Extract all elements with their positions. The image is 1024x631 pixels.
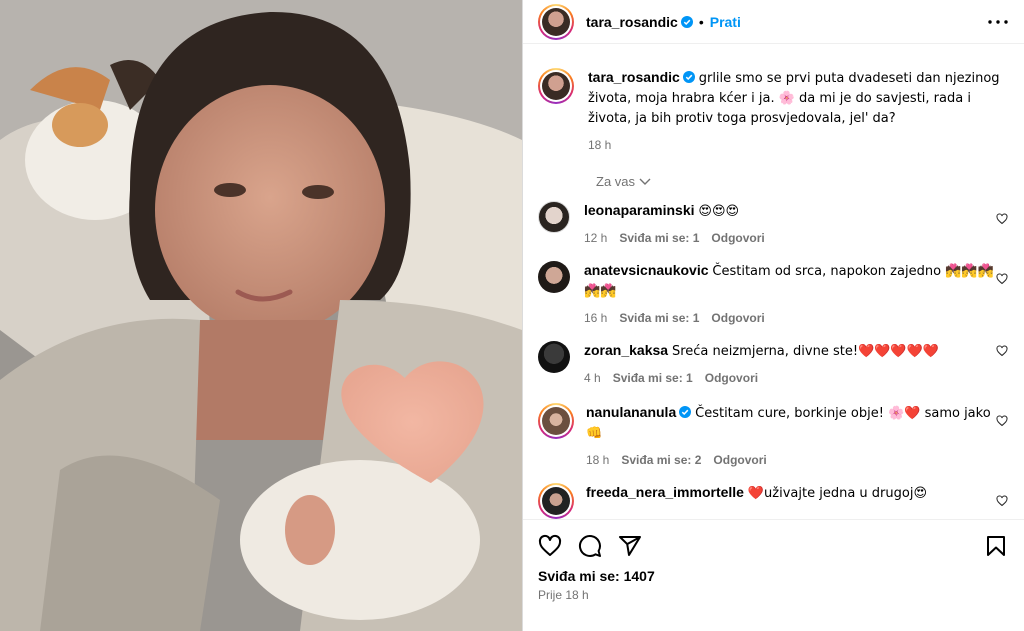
- comment-avatar-ring[interactable]: [538, 483, 574, 519]
- comment-username[interactable]: nanulananula: [586, 404, 676, 420]
- author-avatar-ring[interactable]: [538, 3, 574, 40]
- comment-row: anatevsicnaukovic Čestitam od srca, napo…: [538, 261, 1008, 327]
- post-panel: tara_rosandic • Prati tara_rosandic grli…: [522, 0, 1024, 631]
- comment-username[interactable]: zoran_kaksa: [584, 342, 668, 358]
- follow-button[interactable]: Prati: [710, 14, 741, 30]
- bookmark-icon[interactable]: [984, 534, 1008, 558]
- post-actions: Sviđa mi se: 1407 Prije 18 h: [523, 519, 1024, 631]
- heart-icon[interactable]: [996, 495, 1008, 507]
- reply-button[interactable]: Odgovori: [705, 369, 758, 387]
- comment-avatar: [542, 487, 570, 515]
- verified-icon: [680, 15, 693, 28]
- comment-time: 12 h: [584, 231, 608, 245]
- heart-icon[interactable]: [996, 345, 1008, 357]
- reply-button[interactable]: Odgovori: [711, 229, 764, 247]
- heart-icon[interactable]: [996, 415, 1008, 427]
- more-icon: [988, 19, 1008, 24]
- post-time: Prije 18 h: [538, 588, 589, 602]
- comment-row: nanulananula Čestitam cure, borkinje obj…: [538, 403, 1008, 469]
- author-username[interactable]: tara_rosandic: [586, 14, 678, 30]
- comment-likes[interactable]: Sviđa mi se: 1: [613, 369, 693, 387]
- caption-row: tara_rosandic grlile smo se prvi puta dv…: [538, 68, 1008, 154]
- comment-text: Sreća neizmjerna, divne ste!❤️❤️❤️❤️❤️: [671, 344, 939, 359]
- author-avatar: [542, 7, 570, 36]
- more-options-button[interactable]: [986, 10, 1010, 34]
- comment-avatar-ring[interactable]: [538, 403, 574, 439]
- like-heart-icon[interactable]: [538, 534, 562, 558]
- verified-icon: [679, 406, 692, 418]
- caption-avatar: [542, 72, 570, 100]
- comment-avatar[interactable]: [538, 261, 570, 293]
- comment-row: zoran_kaksa Sreća neizmjerna, divne ste!…: [538, 341, 1008, 387]
- post-image[interactable]: [0, 0, 522, 631]
- reply-button[interactable]: Odgovori: [711, 309, 764, 327]
- comment-row: leonaparaminski 😍😍😍 12 h Sviđa mi se: 1 …: [538, 201, 1008, 247]
- comment-avatar: [542, 407, 570, 435]
- comment-likes[interactable]: Sviđa mi se: 1: [619, 309, 699, 327]
- post-photo: [0, 0, 522, 631]
- comment-username[interactable]: freeda_nera_immortelle: [586, 484, 744, 500]
- comment-username[interactable]: anatevsicnaukovic: [584, 262, 709, 278]
- comment-icon[interactable]: [578, 534, 602, 558]
- caption-avatar-ring[interactable]: [538, 68, 574, 104]
- comments-list[interactable]: tara_rosandic grlile smo se prvi puta dv…: [523, 44, 1024, 519]
- comment-time: 16 h: [584, 311, 608, 325]
- comment-avatar[interactable]: [538, 201, 570, 233]
- heart-icon[interactable]: [996, 213, 1008, 225]
- for-you-label: Za vas: [596, 174, 636, 189]
- reply-button[interactable]: Odgovori: [713, 451, 766, 469]
- comment-row: freeda_nera_immortelle ❤️uživajte jedna …: [538, 483, 1008, 519]
- comment-time: 18 h: [586, 453, 610, 467]
- separator-dot: •: [698, 13, 704, 30]
- comment-likes[interactable]: Sviđa mi se: 2: [621, 451, 701, 469]
- comment-avatar[interactable]: [538, 341, 570, 373]
- comment-likes[interactable]: Sviđa mi se: 1: [619, 229, 699, 247]
- likes-count[interactable]: Sviđa mi se: 1407: [538, 568, 1008, 584]
- for-you-toggle[interactable]: Za vas: [596, 174, 1008, 189]
- verified-icon: [682, 71, 695, 83]
- comment-text: 😍😍😍: [698, 204, 740, 219]
- post-header: tara_rosandic • Prati: [523, 0, 1024, 44]
- chevron-down-icon: [639, 178, 651, 185]
- share-icon[interactable]: [618, 534, 642, 558]
- comment-time: 4 h: [584, 371, 601, 385]
- caption-username[interactable]: tara_rosandic: [588, 69, 680, 85]
- heart-icon[interactable]: [996, 273, 1008, 285]
- caption-time: 18 h: [588, 138, 612, 152]
- comment-username[interactable]: leonaparaminski: [584, 202, 695, 218]
- comment-text: ❤️uživajte jedna u drugoj😍: [747, 486, 927, 501]
